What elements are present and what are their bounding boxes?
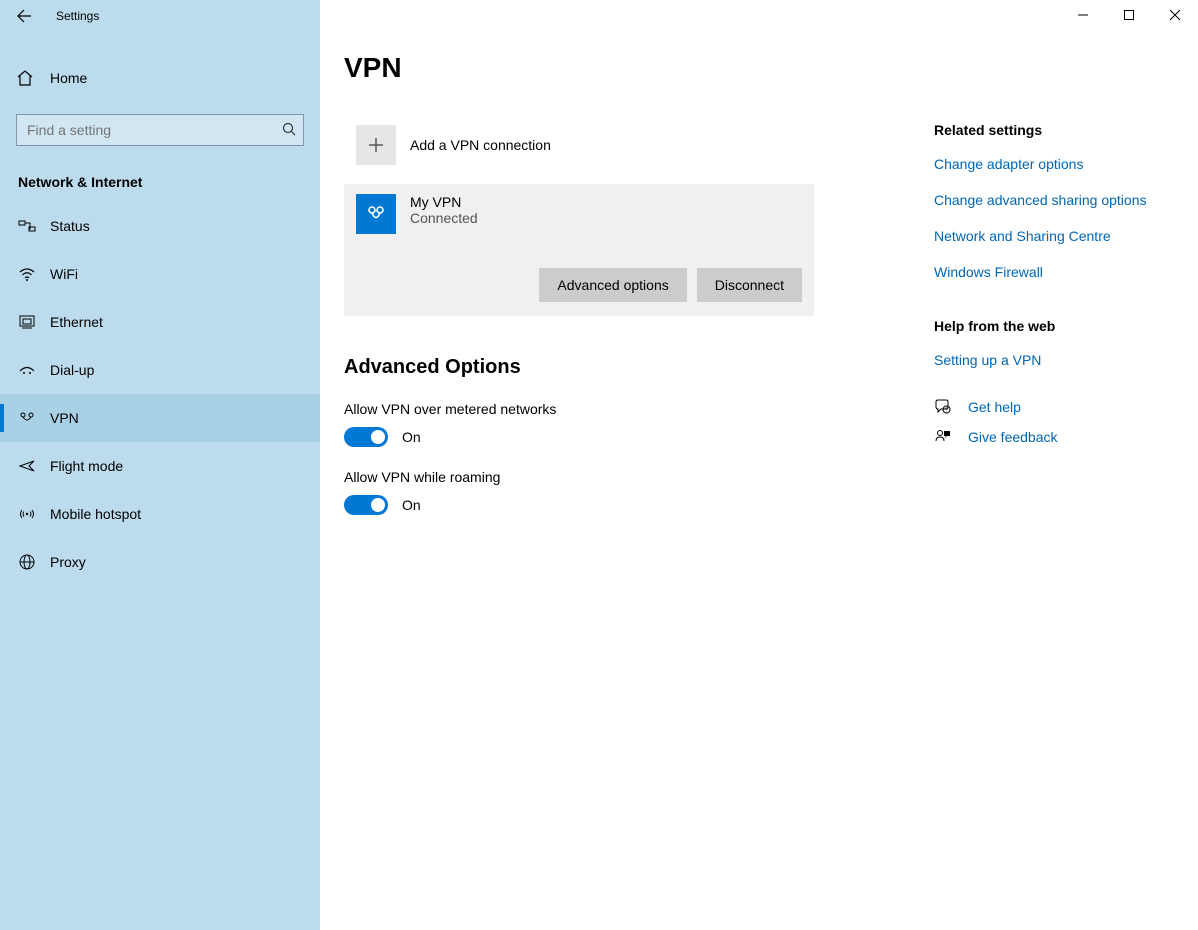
related-settings-heading: Related settings: [934, 122, 1194, 138]
give-feedback-button[interactable]: Give feedback: [934, 428, 1194, 446]
svg-text:?: ?: [945, 408, 948, 414]
search-input[interactable]: [16, 114, 304, 146]
sidebar: Settings Home Network & Internet Status …: [0, 0, 320, 930]
vpn-connection-status: Connected: [410, 210, 478, 226]
sidebar-item-label: Ethernet: [50, 314, 103, 330]
feedback-icon: [934, 428, 954, 446]
link-windows-firewall[interactable]: Windows Firewall: [934, 264, 1194, 280]
toggle-state-metered: On: [402, 429, 421, 445]
search-container: [16, 114, 304, 146]
wifi-icon: [18, 265, 36, 283]
advanced-options-heading: Advanced Options: [344, 356, 814, 379]
toggle-state-roaming: On: [402, 497, 421, 513]
toggle-label-metered: Allow VPN over metered networks: [344, 401, 814, 417]
toggle-label-roaming: Allow VPN while roaming: [344, 469, 814, 485]
close-button[interactable]: [1152, 0, 1198, 30]
window-controls: [1060, 0, 1198, 30]
help-from-web-heading: Help from the web: [934, 318, 1194, 334]
add-vpn-label: Add a VPN connection: [410, 137, 551, 153]
window-title: Settings: [48, 9, 99, 23]
flight-mode-icon: [18, 457, 36, 475]
maximize-icon: [1123, 9, 1135, 21]
home-icon: [16, 69, 34, 87]
sidebar-item-label: Dial-up: [50, 362, 94, 378]
sidebar-item-home[interactable]: Home: [0, 54, 320, 102]
sidebar-item-proxy[interactable]: Proxy: [0, 538, 320, 586]
home-label: Home: [50, 70, 87, 86]
sidebar-item-ethernet[interactable]: Ethernet: [0, 298, 320, 346]
link-adapter-options[interactable]: Change adapter options: [934, 156, 1194, 172]
feedback-label: Give feedback: [968, 429, 1058, 445]
sidebar-item-flight-mode[interactable]: Flight mode: [0, 442, 320, 490]
minimize-button[interactable]: [1060, 0, 1106, 30]
page-title: VPN: [344, 52, 1198, 84]
sidebar-item-label: VPN: [50, 410, 79, 426]
close-icon: [1169, 9, 1181, 21]
sidebar-item-dialup[interactable]: Dial-up: [0, 346, 320, 394]
link-advanced-sharing[interactable]: Change advanced sharing options: [934, 192, 1194, 208]
main-content: VPN Add a VPN connection My VPN: [320, 0, 1198, 930]
dialup-icon: [18, 361, 36, 379]
sidebar-section-title: Network & Internet: [18, 174, 320, 190]
sidebar-item-label: Flight mode: [50, 458, 123, 474]
sidebar-item-label: Mobile hotspot: [50, 506, 141, 522]
vpn-connection-icon: [356, 194, 396, 234]
vpn-connection-name: My VPN: [410, 194, 478, 210]
proxy-icon: [18, 553, 36, 571]
back-button[interactable]: [0, 0, 48, 32]
sidebar-item-status[interactable]: Status: [0, 202, 320, 250]
minimize-icon: [1077, 9, 1089, 21]
back-arrow-icon: [16, 8, 32, 24]
get-help-label: Get help: [968, 399, 1021, 415]
plus-icon: [356, 125, 396, 165]
disconnect-button[interactable]: Disconnect: [697, 268, 802, 302]
toggle-metered[interactable]: [344, 427, 388, 447]
sidebar-item-label: WiFi: [50, 266, 78, 282]
sidebar-item-label: Status: [50, 218, 90, 234]
advanced-options-button[interactable]: Advanced options: [539, 268, 686, 302]
ethernet-icon: [18, 313, 36, 331]
hotspot-icon: [18, 505, 36, 523]
maximize-button[interactable]: [1106, 0, 1152, 30]
sidebar-item-label: Proxy: [50, 554, 86, 570]
link-setting-up-vpn[interactable]: Setting up a VPN: [934, 352, 1194, 368]
toggle-roaming[interactable]: [344, 495, 388, 515]
sidebar-item-mobile-hotspot[interactable]: Mobile hotspot: [0, 490, 320, 538]
sidebar-item-vpn[interactable]: VPN: [0, 394, 320, 442]
get-help-icon: ?: [934, 398, 954, 416]
vpn-icon: [18, 409, 36, 427]
sidebar-item-wifi[interactable]: WiFi: [0, 250, 320, 298]
vpn-connection-card[interactable]: My VPN Connected Advanced options Discon…: [344, 184, 814, 316]
status-icon: [18, 217, 36, 235]
add-vpn-button[interactable]: Add a VPN connection: [344, 116, 814, 174]
link-network-sharing-centre[interactable]: Network and Sharing Centre: [934, 228, 1194, 244]
get-help-button[interactable]: ? Get help: [934, 398, 1194, 416]
